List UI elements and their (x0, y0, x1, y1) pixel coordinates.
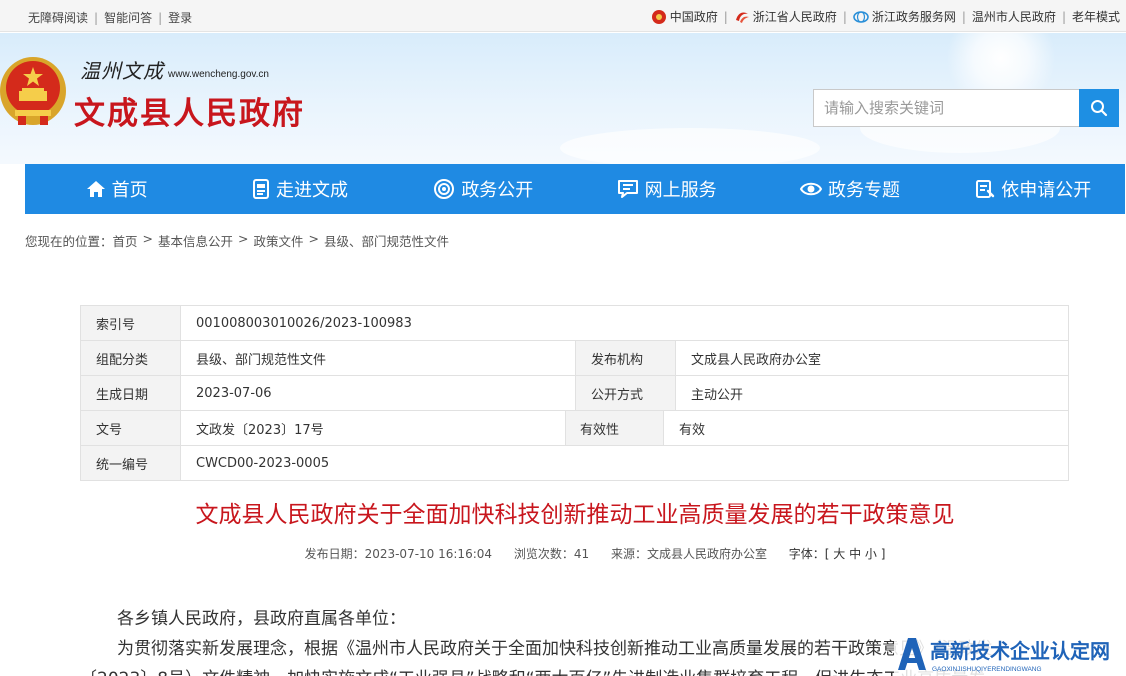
site-header: 温州文成 www.wencheng.gov.cn 文成县人民政府 (0, 33, 1126, 164)
nav-online-service[interactable]: 网上服务 (575, 164, 758, 214)
china-gov-link[interactable]: 中国政府 (651, 8, 718, 25)
code-label: 统一编号 (80, 445, 181, 481)
zhejiang-service-link[interactable]: 浙江政务服务网 (853, 8, 956, 25)
font-size-switcher[interactable]: 字体：[ 大 中 小 ] (789, 547, 886, 561)
search-icon (1091, 100, 1108, 117)
validity-value: 有效 (663, 410, 1069, 446)
breadcrumb-basic-info[interactable]: 基本信息公开 (158, 231, 233, 250)
divider: | (1061, 9, 1066, 24)
banner-cloud (560, 128, 820, 164)
publisher-value: 文成县人民政府办公室 (675, 340, 1069, 376)
nav-home[interactable]: 首页 (25, 164, 208, 214)
breadcrumb-separator: > (142, 231, 154, 246)
table-row: 统一编号 CWCD00-2023-0005 (80, 445, 1069, 481)
date-label: 生成日期 (80, 375, 181, 411)
breadcrumb: 您现在的位置： 首页 > 基本信息公开 > 政策文件 > 县级、部门规范性文件 (25, 231, 449, 250)
site-domain: www.wencheng.gov.cn (168, 69, 269, 80)
divider: | (842, 9, 847, 24)
publisher-label: 发布机构 (575, 340, 676, 376)
divider: | (158, 10, 163, 25)
external-links: 中国政府 | 浙江省人民政府 | 浙江政务服务网 | 温州市人民政府 | 老年模… (651, 8, 1120, 25)
site-calligraphy: 温州文成 (80, 59, 164, 83)
elderly-mode-link[interactable]: 老年模式 (1072, 8, 1120, 25)
table-row: 索引号 001008003010026/2023-100983 (80, 305, 1069, 341)
nav-online-service-label: 网上服务 (644, 180, 717, 201)
document-icon (252, 179, 269, 199)
site-title[interactable]: 文成县人民政府 (74, 88, 305, 133)
docno-value: 文政发〔2023〕17号 (180, 410, 566, 446)
validity-label: 有效性 (565, 410, 664, 446)
nav-special-topics-label: 政务专题 (827, 180, 900, 201)
service-net-icon (853, 10, 869, 23)
national-emblem-icon (0, 57, 66, 125)
utility-links: 无障碍阅读 | 智能问答 | 登录 (28, 9, 192, 26)
table-row: 文号 文政发〔2023〕17号 有效性 有效 (80, 410, 1069, 446)
watermark-logo: 高新技术企业认定网 GAOXINJISHUQIYERENDINGWANG (894, 634, 1126, 676)
nav-request-disclosure[interactable]: 依申请公开 (942, 164, 1125, 214)
breadcrumb-separator: > (308, 231, 320, 246)
search-box (813, 89, 1119, 127)
category-value: 县级、部门规范性文件 (180, 340, 576, 376)
wenzhou-gov-link[interactable]: 温州市人民政府 (972, 8, 1056, 25)
home-icon (86, 181, 105, 197)
divider: | (961, 9, 966, 24)
search-button[interactable] (1079, 89, 1119, 127)
form-icon (976, 180, 995, 198)
code-value: CWCD00-2023-0005 (180, 445, 1069, 481)
login-link[interactable]: 登录 (168, 9, 192, 26)
mode-value: 主动公开 (675, 375, 1069, 411)
breadcrumb-normative-files[interactable]: 县级、部门规范性文件 (324, 231, 449, 250)
category-label: 组配分类 (80, 340, 181, 376)
date-value: 2023-07-06 (180, 375, 576, 411)
zhejiang-gov-label: 浙江省人民政府 (752, 10, 837, 24)
accessibility-link[interactable]: 无障碍阅读 (28, 9, 88, 26)
china-gov-label: 中国政府 (669, 10, 718, 24)
nav-gov-affairs[interactable]: 政务公开 (392, 164, 575, 214)
article-paragraph: 〔2023〕8号）文件精神，加快实施文成“工业强县”战略和“两大百亿”先进制造业… (80, 664, 985, 676)
breadcrumb-home[interactable]: 首页 (113, 231, 138, 250)
emblem-icon (651, 9, 666, 24)
nav-special-topics[interactable]: 政务专题 (758, 164, 941, 214)
nav-gov-affairs-label: 政务公开 (461, 180, 534, 201)
article-paragraph: 为贯彻落实新发展理念，根据《温州市人民政府关于全面加快科技创新推动工业高质量发展… (117, 639, 993, 659)
watermark-subtext: GAOXINJISHUQIYERENDINGWANG (932, 666, 1042, 673)
nav-about-label: 走进文成 (275, 180, 348, 201)
table-row: 生成日期 2023-07-06 公开方式 主动公开 (80, 375, 1069, 411)
article-salutation: 各乡镇人民政府，县政府直属各单位： (117, 609, 406, 629)
watermark-text: 高新技术企业认定网 (930, 639, 1110, 663)
divider: | (723, 9, 728, 24)
document-info-table-lower: 文号 文政发〔2023〕17号 有效性 有效 统一编号 CWCD00-2023-… (80, 410, 1069, 481)
zhejiang-service-label: 浙江政务服务网 (871, 10, 956, 24)
article-title: 文成县人民政府关于全面加快科技创新推动工业高质量发展的若干政策意见 (195, 502, 955, 528)
chat-icon (617, 180, 638, 198)
search-input[interactable] (813, 89, 1079, 127)
breadcrumb-prefix: 您现在的位置： (25, 234, 113, 249)
publish-date: 发布日期：2023-07-10 16:16:04 (304, 547, 493, 561)
nav-about[interactable]: 走进文成 (208, 164, 391, 214)
broadcast-icon (434, 179, 455, 199)
mode-label: 公开方式 (575, 375, 676, 411)
main-nav: 首页 走进文成 政务公开 网上服务 政务专题 依申请公开 (25, 164, 1125, 214)
nav-request-disclosure-label: 依申请公开 (1001, 180, 1092, 201)
zhejiang-logo-icon (735, 11, 749, 23)
nav-home-label: 首页 (111, 180, 148, 201)
docno-label: 文号 (80, 410, 181, 446)
table-row: 组配分类 县级、部门规范性文件 发布机构 文成县人民政府办公室 (80, 340, 1069, 376)
eye-icon (799, 182, 822, 196)
index-value: 001008003010026/2023-100983 (180, 305, 1069, 341)
article-meta: 发布日期：2023-07-10 16:16:04 浏览次数：41 来源：文成县人… (0, 545, 1126, 562)
view-count: 浏览次数：41 (513, 547, 590, 561)
top-utility-bar: 无障碍阅读 | 智能问答 | 登录 中国政府 | 浙江省人民政府 | 浙江政务服… (0, 0, 1126, 32)
document-info-table: 索引号 001008003010026/2023-100983 组配分类 县级、… (80, 305, 1069, 411)
breadcrumb-separator: > (238, 231, 249, 246)
smart-qa-link[interactable]: 智能问答 (104, 9, 152, 26)
index-label: 索引号 (80, 305, 181, 341)
breadcrumb-policy-files[interactable]: 政策文件 (254, 231, 304, 250)
article-source: 来源：文成县人民政府办公室 (610, 547, 767, 561)
zhejiang-gov-link[interactable]: 浙江省人民政府 (734, 8, 837, 25)
divider: | (94, 10, 99, 25)
